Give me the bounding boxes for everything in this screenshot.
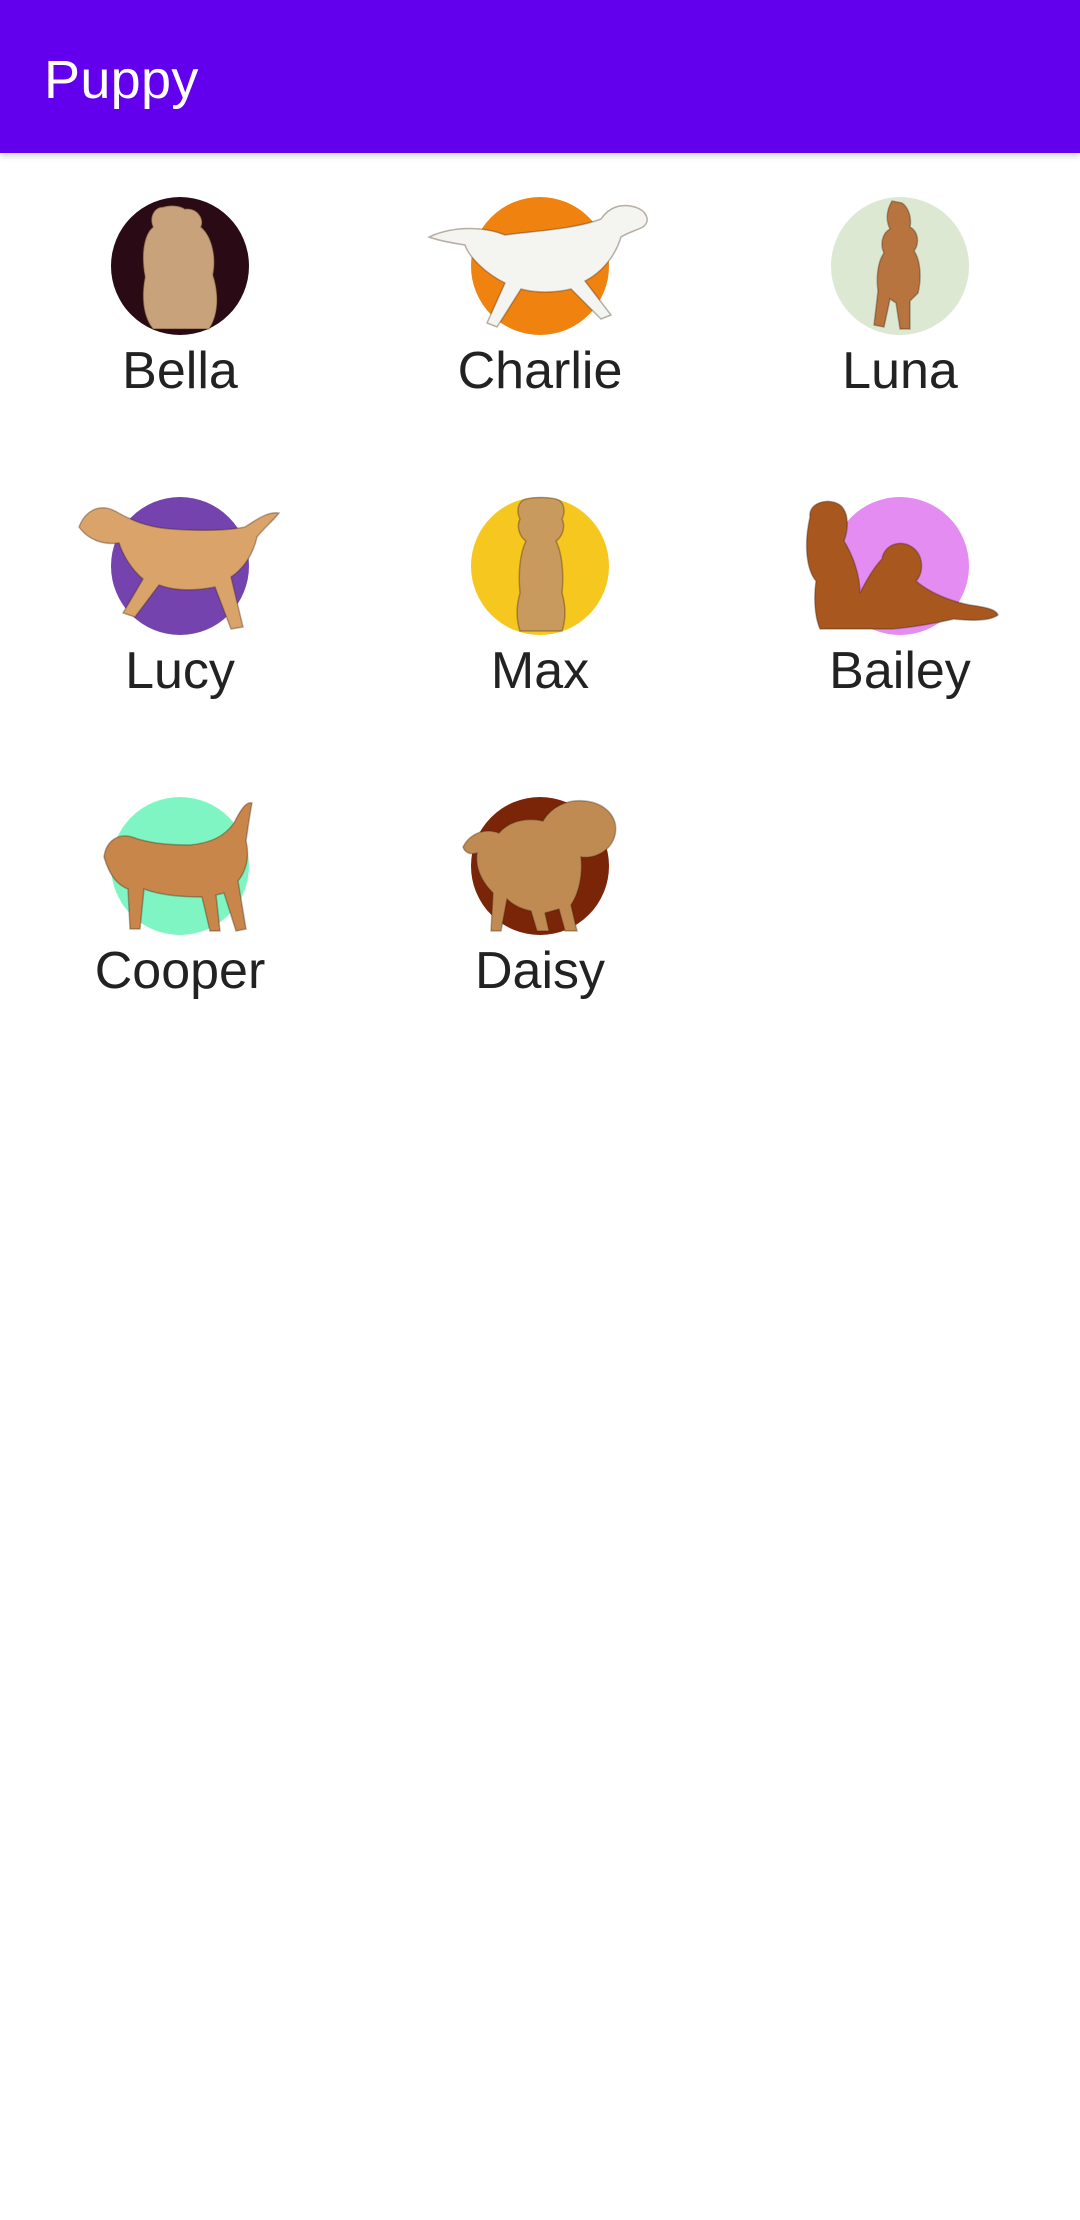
puppy-name: Charlie — [457, 342, 623, 400]
dog-walking-side-icon — [103, 802, 253, 932]
puppy-card-max[interactable]: Max — [360, 453, 720, 753]
puppy-card-bailey[interactable]: Bailey — [720, 453, 1080, 753]
puppy-card-daisy[interactable]: Daisy — [360, 753, 720, 1053]
puppy-name: Bailey — [829, 642, 971, 700]
dog-standing-icon — [462, 799, 617, 932]
puppy-name: Max — [490, 642, 590, 700]
puppy-card-bella[interactable]: Bella — [0, 153, 360, 453]
puppy-card-luna[interactable]: Luna — [720, 153, 1080, 453]
dog-sitting-back-icon — [142, 204, 218, 330]
puppy-name: Luna — [842, 342, 958, 400]
app-bar: Puppy — [0, 0, 1080, 153]
two-dogs-lying-icon — [805, 500, 999, 630]
puppy-card-cooper[interactable]: Cooper — [0, 753, 360, 1053]
puppy-card-charlie[interactable]: Charlie — [360, 153, 720, 453]
puppy-name: Lucy — [125, 642, 235, 700]
dog-running-icon — [427, 204, 648, 328]
puppy-name: Daisy — [474, 942, 606, 1000]
dog-running-icon — [78, 507, 281, 630]
dog-walking-front-icon — [873, 200, 921, 330]
app-title: Puppy — [44, 50, 199, 110]
dog-sitting-front-icon — [516, 496, 566, 632]
puppy-name: Bella — [122, 342, 238, 400]
puppy-card-lucy[interactable]: Lucy — [0, 453, 360, 753]
puppy-name: Cooper — [94, 942, 266, 1000]
